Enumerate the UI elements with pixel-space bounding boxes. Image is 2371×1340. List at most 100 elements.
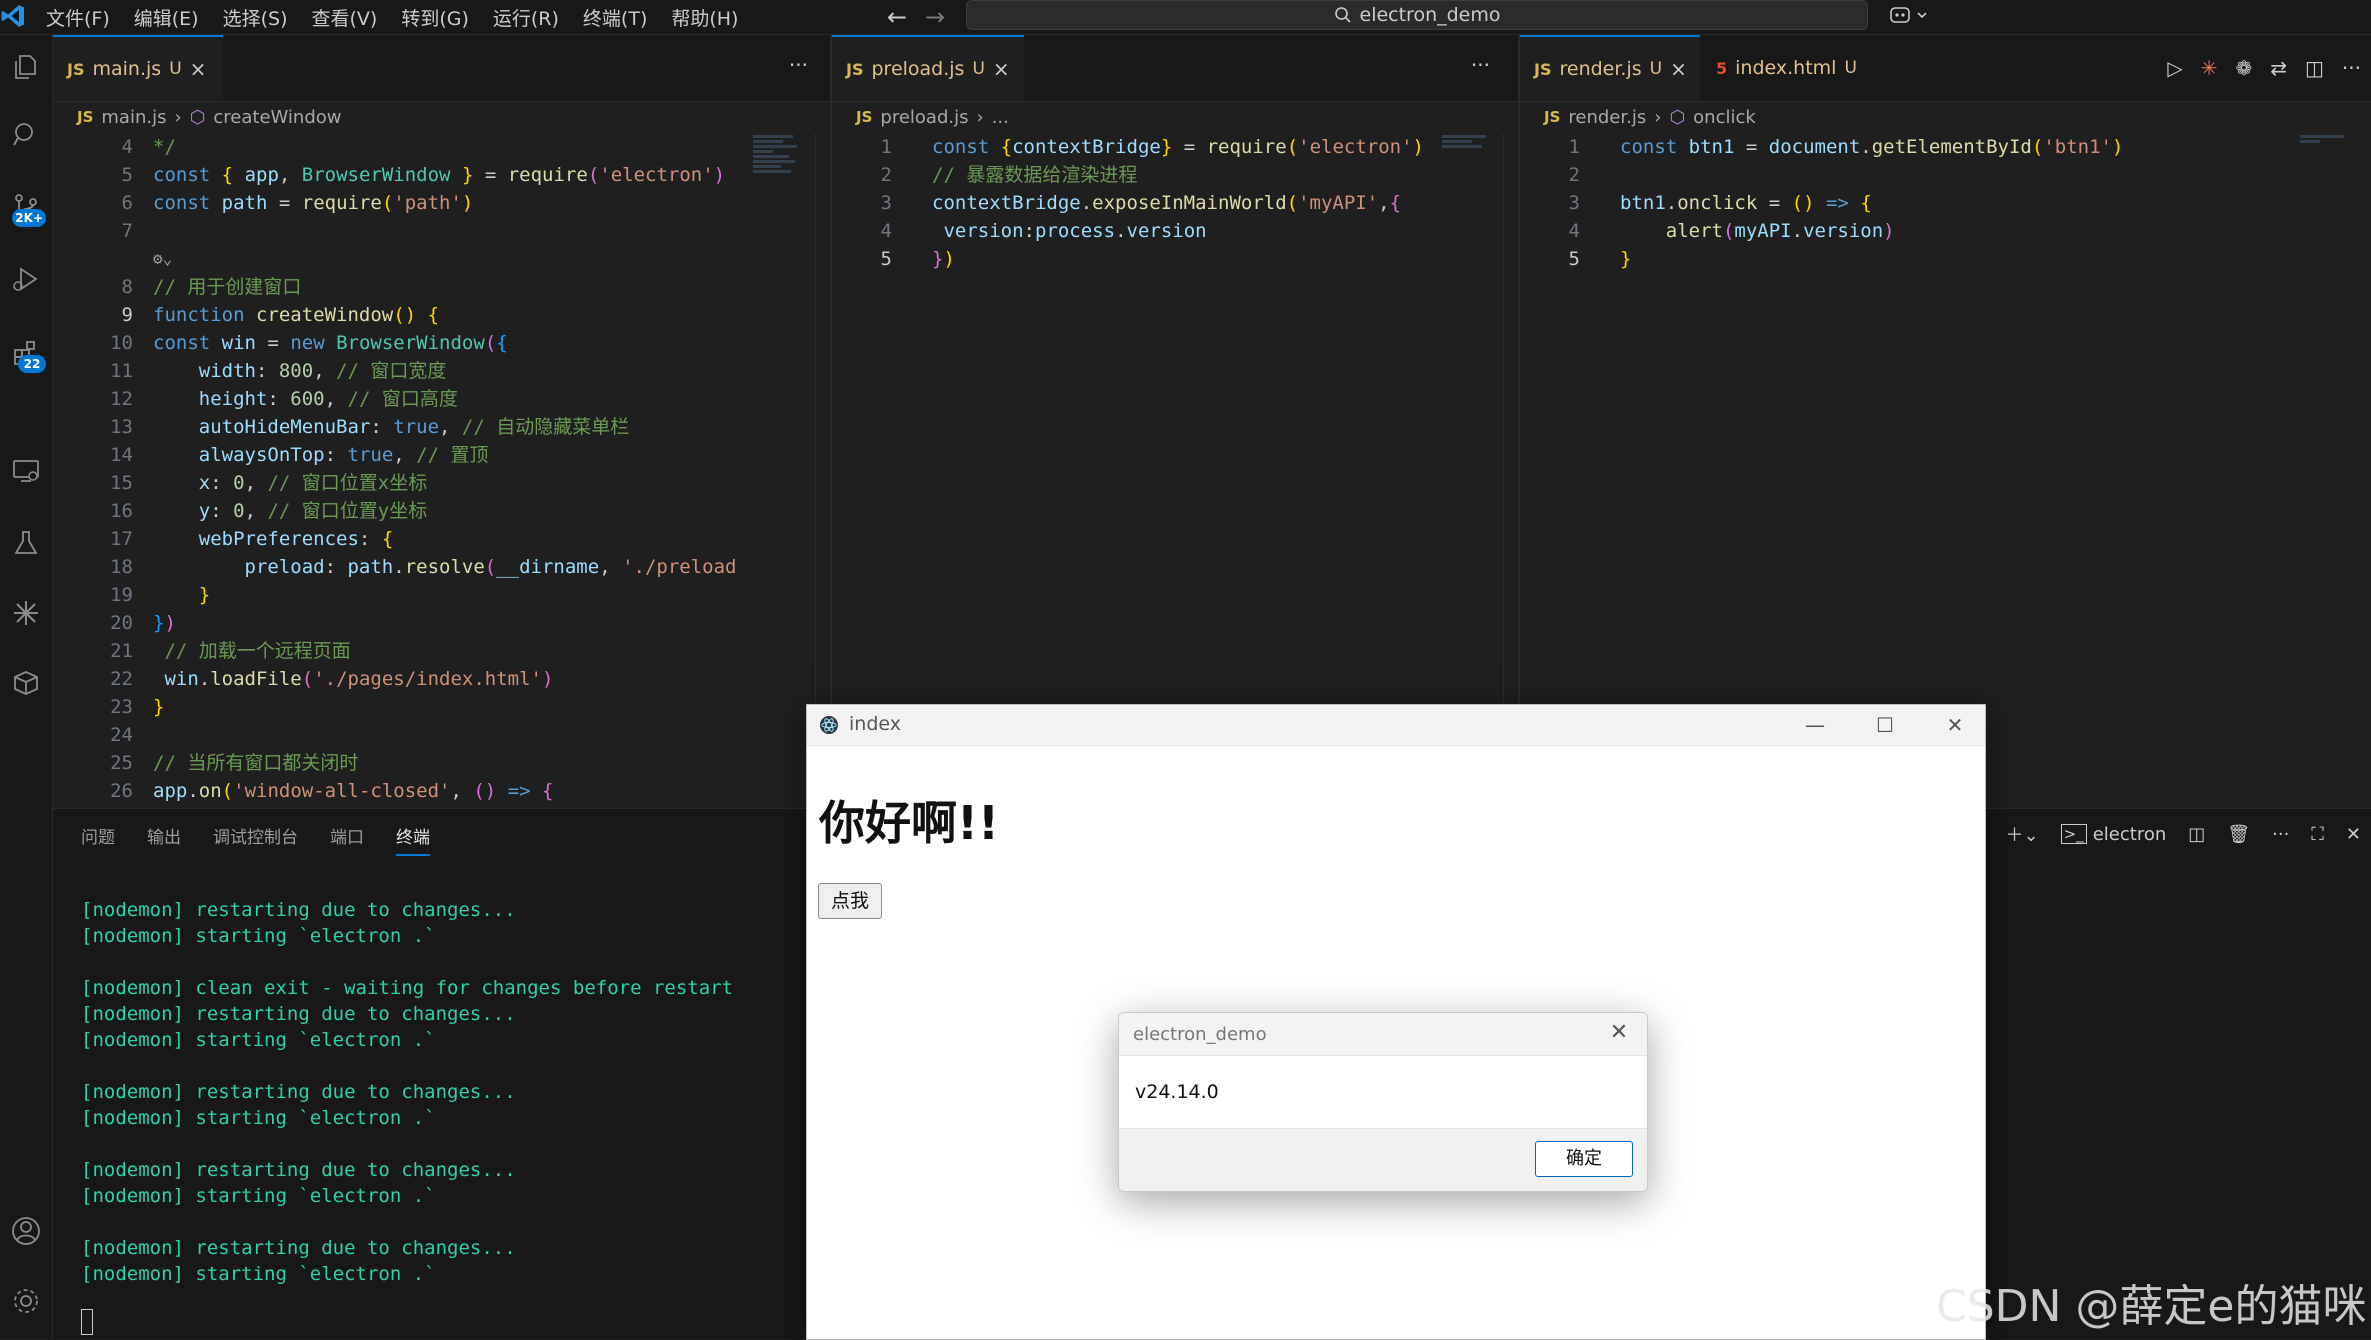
more-actions-icon[interactable]: ··· <box>789 53 808 77</box>
ok-button[interactable]: 确定 <box>1535 1141 1633 1177</box>
electron-logo-icon <box>820 716 838 734</box>
html-file-icon: 5 <box>1716 58 1728 78</box>
account-icon[interactable] <box>0 1205 52 1257</box>
panel-actions: ＋⌄ >_ electron ◫ 🗑 ··· ⛶ ✕ <box>2006 821 2361 847</box>
source-control-badge: 2K+ <box>12 209 46 227</box>
menu-file[interactable]: 文件(F) <box>46 4 110 31</box>
tab-preload-js[interactable]: JS preload.js U × <box>832 35 1024 101</box>
close-icon[interactable]: × <box>993 57 1010 81</box>
js-file-icon: JS <box>1534 59 1552 79</box>
panel-tabs: 问题 输出 调试控制台 端口 终端 <box>81 823 430 856</box>
trash-icon[interactable]: 🗑 <box>2227 824 2250 845</box>
search-icon[interactable] <box>0 109 52 161</box>
close-window-button[interactable]: ✕ <box>1925 705 1985 745</box>
more-actions-icon[interactable]: ··· <box>2342 56 2361 80</box>
code-editor-main[interactable]: 4 */ 5 const { app, BrowserWindow } = requ… <box>53 133 830 808</box>
settings-icon[interactable] <box>0 1275 52 1327</box>
packages-icon[interactable] <box>0 657 52 709</box>
terminal-output[interactable]: [nodemon] restarting due to changes... [… <box>81 897 733 1287</box>
minimap[interactable] <box>753 133 803 253</box>
menu-run[interactable]: 运行(R) <box>493 4 559 31</box>
app-title-bar: index — ☐ ✕ <box>807 705 1985 746</box>
menu-bar: 文件(F) 编辑(E) 选择(S) 查看(V) 转到(G) 运行(R) 终端(T… <box>46 0 738 34</box>
terminal-instance[interactable]: >_ electron <box>2060 824 2166 845</box>
search-label: electron_demo <box>1359 4 1501 26</box>
testing-icon[interactable] <box>0 517 52 569</box>
tab-bar: JS render.js U × 5 index.html U ▷ ✳ ❁ ⇄ … <box>1520 35 2371 102</box>
ai-icon[interactable] <box>0 587 52 639</box>
editor-actions: ▷ ✳ ❁ ⇄ ◫ ··· <box>2167 35 2361 101</box>
chevron-right-icon: › <box>976 106 984 128</box>
terminal-icon: >_ <box>2060 824 2087 844</box>
remote-explorer-icon[interactable] <box>0 445 52 497</box>
tab-terminal[interactable]: 终端 <box>396 823 430 856</box>
js-file-icon: JS <box>67 59 85 79</box>
minimize-button[interactable]: — <box>1785 705 1845 745</box>
js-file-icon: JS <box>77 108 94 126</box>
ai-icon[interactable]: ✳ <box>2201 56 2218 80</box>
dialog-close-button[interactable]: ✕ <box>1605 1019 1633 1047</box>
extensions-icon[interactable]: 22 <box>0 327 52 379</box>
editor-group-preload: JS preload.js U × ··· JS preload.js › ..… <box>832 35 1518 808</box>
tab-bar: JS main.js U × ··· <box>53 35 830 102</box>
js-file-icon: JS <box>856 108 873 126</box>
close-panel-icon[interactable]: ✕ <box>2346 824 2361 845</box>
tab-ports[interactable]: 端口 <box>330 823 364 856</box>
page-heading: 你好啊!! <box>819 796 999 850</box>
command-center-search[interactable]: electron_demo <box>966 0 1868 30</box>
minimap[interactable] <box>2300 133 2350 253</box>
source-control-icon[interactable]: 2K+ <box>0 181 52 233</box>
chevron-right-icon: › <box>174 106 182 128</box>
minimap[interactable] <box>1442 133 1492 253</box>
more-actions-icon[interactable]: ··· <box>2272 824 2289 845</box>
menu-help[interactable]: 帮助(H) <box>671 4 738 31</box>
click-me-button[interactable]: 点我 <box>818 883 882 919</box>
run-icon[interactable]: ▷ <box>2167 56 2182 80</box>
editor-group-main: JS main.js U × ··· JS main.js › ⬡ create… <box>53 35 830 808</box>
vscode-logo-icon <box>1 5 24 27</box>
js-file-icon: JS <box>846 59 864 79</box>
run-debug-icon[interactable] <box>0 253 52 305</box>
breadcrumb: JS preload.js › ... <box>856 106 1009 128</box>
breadcrumb: JS main.js › ⬡ createWindow <box>77 106 342 128</box>
alert-dialog: electron_demo ✕ v24.14.0 确定 <box>1118 1012 1648 1192</box>
chevron-right-icon: › <box>1654 106 1662 128</box>
js-file-icon: JS <box>1544 108 1561 126</box>
breadcrumb: JS render.js › ⬡ onclick <box>1544 106 1756 128</box>
menu-view[interactable]: 查看(V) <box>312 4 378 31</box>
tab-output[interactable]: 输出 <box>147 823 181 856</box>
close-icon[interactable]: × <box>190 57 207 81</box>
terminal-cursor <box>81 1309 93 1335</box>
app-window-title: index <box>849 713 901 735</box>
menu-go[interactable]: 转到(G) <box>401 4 469 31</box>
tab-debug-console[interactable]: 调试控制台 <box>213 823 298 856</box>
activity-bar: 2K+ 22 <box>0 35 53 1338</box>
vertical-scrollbar[interactable] <box>2357 133 2371 808</box>
dialog-message: v24.14.0 <box>1135 1081 1219 1103</box>
openai-icon[interactable]: ❁ <box>2235 56 2252 80</box>
extensions-badge: 22 <box>18 355 46 373</box>
maximize-button[interactable]: ☐ <box>1855 705 1915 745</box>
tab-main-js[interactable]: JS main.js U × <box>53 35 223 101</box>
nav-forward-button[interactable]: → <box>920 2 950 32</box>
nav-back-button[interactable]: ← <box>882 2 912 32</box>
dialog-title: electron_demo <box>1133 1024 1267 1045</box>
tab-render-js[interactable]: JS render.js U × <box>1520 35 1700 101</box>
menu-edit[interactable]: 编辑(E) <box>134 4 199 31</box>
tab-index-html[interactable]: 5 index.html U <box>1702 35 1882 101</box>
split-editor-icon[interactable]: ◫ <box>2305 56 2324 80</box>
search-icon <box>1334 7 1351 23</box>
maximize-panel-icon[interactable]: ⛶ <box>2311 824 2324 845</box>
editor-group-render: JS render.js U × 5 index.html U ▷ ✳ ❁ ⇄ … <box>1520 35 2371 808</box>
new-terminal-icon[interactable]: ＋⌄ <box>2006 821 2039 847</box>
more-actions-icon[interactable]: ··· <box>1471 53 1490 77</box>
split-terminal-icon[interactable]: ◫ <box>2188 824 2205 845</box>
explorer-icon[interactable] <box>0 41 52 93</box>
close-icon[interactable]: × <box>1670 57 1687 81</box>
menu-terminal[interactable]: 终端(T) <box>583 4 647 31</box>
compare-changes-icon[interactable]: ⇄ <box>2270 56 2287 80</box>
dialog-footer: 确定 <box>1119 1128 1647 1191</box>
copilot-icon[interactable] <box>1888 2 1938 30</box>
tab-problems[interactable]: 问题 <box>81 823 115 856</box>
menu-selection[interactable]: 选择(S) <box>223 4 288 31</box>
